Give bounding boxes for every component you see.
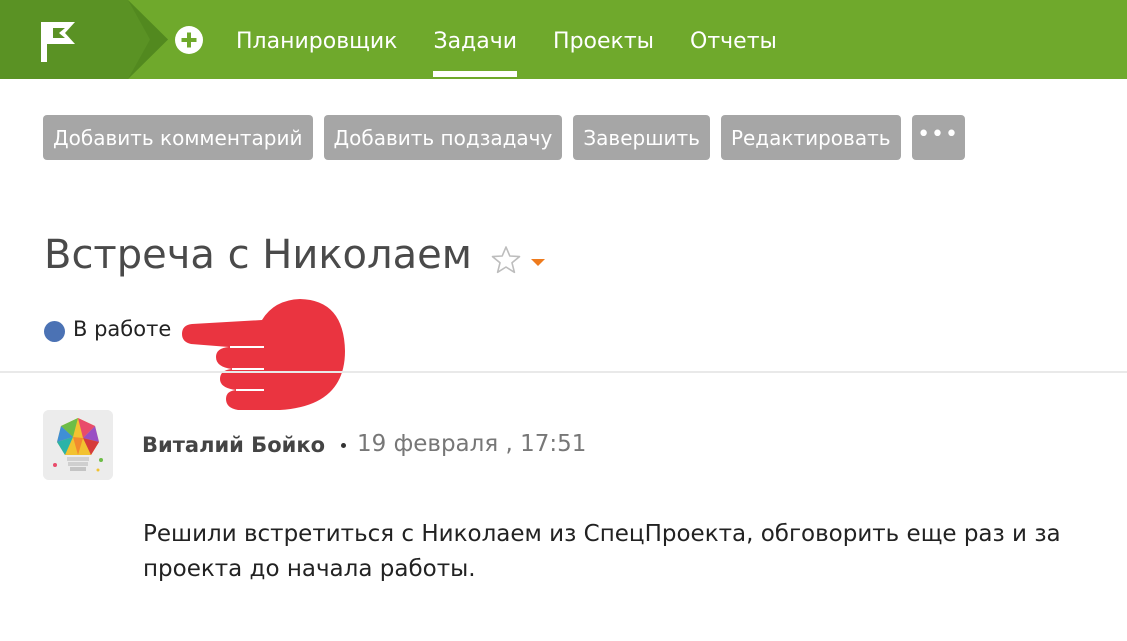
caret-down-icon[interactable] bbox=[531, 259, 545, 266]
nav-tasks[interactable]: Задачи bbox=[433, 0, 517, 79]
nav-planner[interactable]: Планировщик bbox=[236, 0, 397, 79]
meta-separator bbox=[341, 443, 346, 448]
flag-logo-icon bbox=[41, 22, 75, 62]
avatar[interactable] bbox=[43, 410, 113, 480]
add-comment-button[interactable]: Добавить комментарий bbox=[43, 115, 313, 160]
task-status[interactable]: В работе bbox=[73, 317, 171, 341]
task-toolbar: Добавить комментарий Добавить подзадачу … bbox=[43, 115, 976, 160]
comment-author[interactable]: Виталий Бойко bbox=[142, 433, 325, 457]
comment-line-1: Решили встретиться с Николаем из СпецПро… bbox=[143, 521, 1061, 547]
nav-reports[interactable]: Отчеты bbox=[690, 0, 777, 79]
status-indicator bbox=[44, 321, 65, 342]
star-outline-icon[interactable] bbox=[491, 245, 521, 275]
more-actions-button[interactable]: ••• bbox=[911, 115, 965, 160]
plus-circle-icon[interactable] bbox=[175, 26, 203, 54]
section-divider bbox=[0, 371, 1127, 373]
app-logo[interactable] bbox=[0, 0, 168, 79]
add-subtask-button[interactable]: Добавить подзадачу bbox=[323, 115, 563, 160]
main-nav: Планировщик Задачи Проекты Отчеты bbox=[236, 0, 813, 79]
task-title: Встреча с Николаем bbox=[44, 232, 472, 278]
comment-line-2: проекта до начала работы. bbox=[143, 556, 476, 582]
complete-button[interactable]: Завершить bbox=[573, 115, 710, 160]
comment-body: Решили встретиться с Николаем из СпецПро… bbox=[143, 517, 1127, 587]
nav-projects[interactable]: Проекты bbox=[553, 0, 654, 79]
pointing-hand-icon bbox=[182, 299, 345, 410]
comment-date: 19 февраля , 17:51 bbox=[357, 431, 587, 457]
top-navigation-bar: Планировщик Задачи Проекты Отчеты bbox=[0, 0, 1127, 79]
edit-button[interactable]: Редактировать bbox=[720, 115, 901, 160]
